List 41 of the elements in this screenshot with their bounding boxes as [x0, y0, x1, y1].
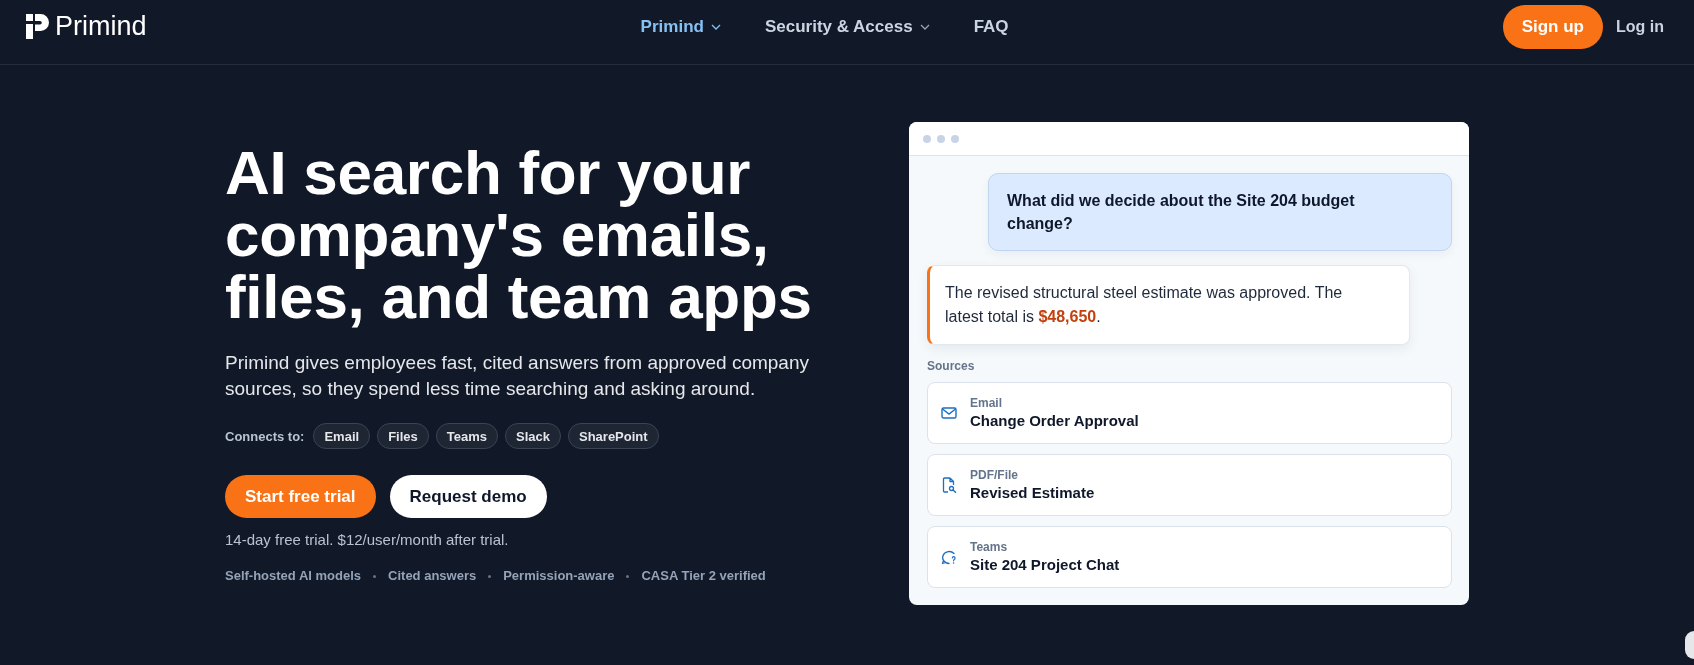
separator-dot-icon — [488, 574, 492, 578]
connects-to-label: Connects to: — [225, 428, 305, 444]
home-logo-link[interactable]: Primind — [26, 11, 147, 42]
connector-tag: Slack — [505, 423, 561, 449]
source-type-label: PDF/File — [970, 467, 1019, 483]
feature-label: Permission-aware — [503, 567, 615, 585]
source-title: Site 204 Project Chat — [970, 554, 1120, 575]
source-card[interactable]: PDF/File Revised Estimate — [927, 454, 1452, 516]
log-in-link[interactable]: Log in — [1616, 17, 1664, 36]
logo-icon — [26, 14, 49, 39]
window-dot-icon — [937, 134, 945, 143]
connector-tag: SharePoint — [568, 423, 659, 449]
feature-label: Self-hosted AI models — [225, 567, 362, 585]
sources-heading: Sources — [927, 359, 976, 374]
window-dot-icon — [923, 134, 931, 143]
connector-tag: Files — [377, 423, 429, 449]
source-type-label: Email — [970, 395, 1003, 411]
source-card[interactable]: Email Change Order Approval — [927, 382, 1452, 444]
source-title: Revised Estimate — [970, 482, 1095, 503]
nav-link[interactable]: Security & Access — [764, 16, 930, 37]
window-dot-icon — [951, 134, 959, 143]
feature-label: Cited answers — [388, 567, 477, 585]
floating-action-button[interactable] — [1685, 631, 1694, 659]
separator-dot-icon — [373, 574, 377, 578]
hero-description: Primind gives employees fast, cited answers from approved company sources, so they spend less time searching and asking around. — [225, 351, 810, 401]
connector-tag: Teams — [435, 423, 498, 449]
request-demo-button[interactable]: Request demo — [389, 475, 547, 518]
connector-tag: Email — [313, 423, 371, 449]
assistant-answer-bubble: The revised structural steel estimate was approved. The latest total is $48,650. — [927, 265, 1410, 345]
chat-bubble-icon — [941, 549, 957, 565]
document-search-icon — [941, 477, 957, 493]
user-question-bubble: What did we decide about the Site 204 budget change? — [988, 173, 1452, 251]
nav-link[interactable]: Primind — [640, 16, 721, 37]
source-title: Change Order Approval — [970, 410, 1139, 431]
separator-dot-icon — [626, 574, 630, 578]
source-card[interactable]: Teams Site 204 Project Chat — [927, 526, 1452, 588]
trial-note: 14-day free trial. $12/user/month after trial. — [225, 530, 509, 550]
source-type-label: Teams — [970, 539, 1009, 555]
feature-label: CASA Tier 2 verified — [641, 567, 766, 585]
envelope-icon — [941, 405, 957, 421]
nav-link[interactable]: FAQ — [973, 16, 1009, 37]
